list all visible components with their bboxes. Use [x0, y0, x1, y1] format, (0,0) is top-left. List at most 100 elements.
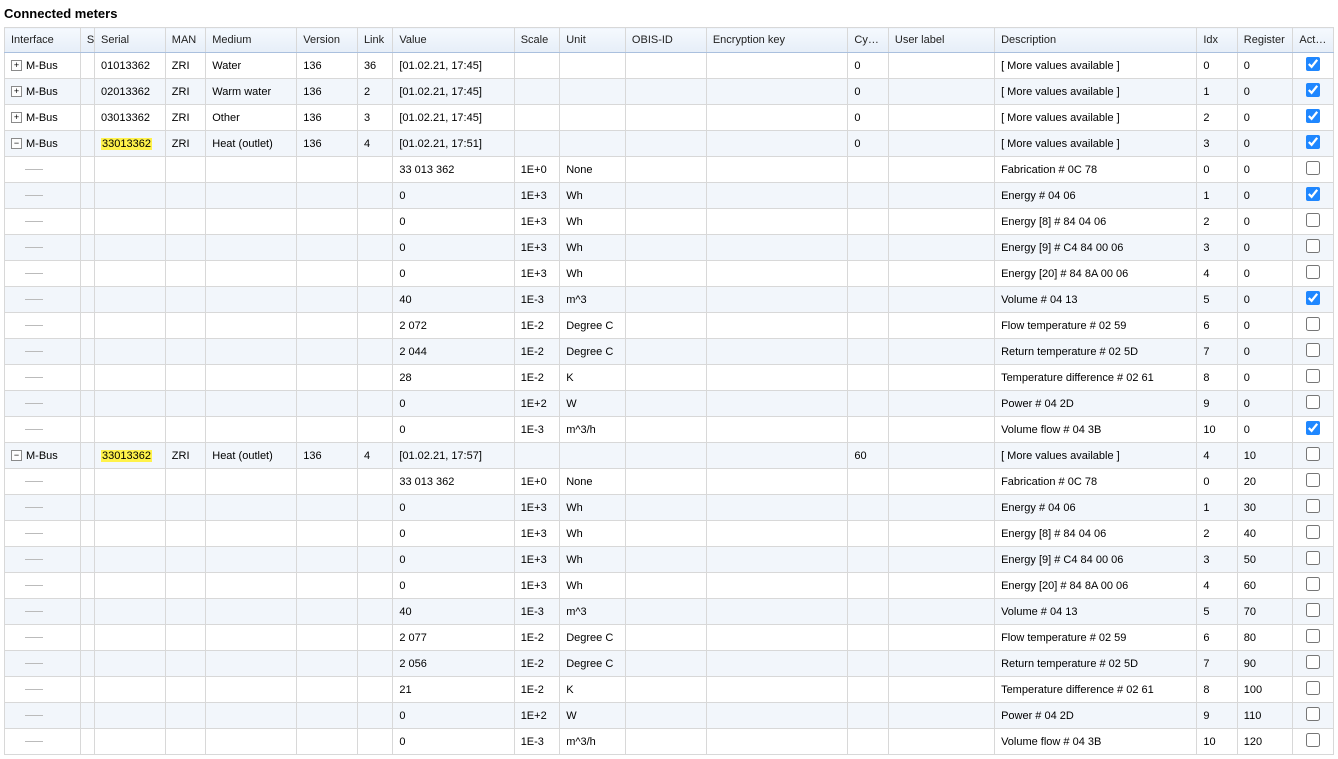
- col-header[interactable]: Value: [393, 28, 514, 53]
- col-header[interactable]: Version: [297, 28, 358, 53]
- table-row[interactable]: 01E+3WhEnergy [20] # 84 8A 00 06460: [5, 573, 1334, 599]
- active-checkbox[interactable]: [1306, 395, 1320, 409]
- col-header[interactable]: OBIS-ID: [625, 28, 706, 53]
- col-header[interactable]: Description: [995, 28, 1197, 53]
- cell: 0: [393, 391, 514, 417]
- table-row[interactable]: 2 0561E-2Degree CReturn temperature # 02…: [5, 651, 1334, 677]
- table-row[interactable]: 01E+3WhEnergy # 04 06130: [5, 495, 1334, 521]
- col-header[interactable]: Link: [357, 28, 392, 53]
- col-header[interactable]: Medium: [206, 28, 297, 53]
- table-row[interactable]: 01E+3WhEnergy [9] # C4 84 00 0630: [5, 235, 1334, 261]
- table-row[interactable]: 01E+3WhEnergy # 04 0610: [5, 183, 1334, 209]
- active-checkbox[interactable]: [1306, 265, 1320, 279]
- col-header[interactable]: S: [80, 28, 94, 53]
- col-header[interactable]: Serial: [95, 28, 166, 53]
- table-row[interactable]: 01E+2WPower # 04 2D9110: [5, 703, 1334, 729]
- cell: [888, 287, 994, 313]
- table-row[interactable]: 01E+3WhEnergy [8] # 84 04 0620: [5, 209, 1334, 235]
- cell: [80, 365, 94, 391]
- table-row[interactable]: M-Bus33013362ZRIHeat (outlet)1364[01.02.…: [5, 131, 1334, 157]
- table-row[interactable]: 01E+3WhEnergy [20] # 84 8A 00 0640: [5, 261, 1334, 287]
- cell: 1E-2: [514, 365, 560, 391]
- expand-icon[interactable]: [11, 112, 22, 123]
- active-checkbox[interactable]: [1306, 135, 1320, 149]
- cell: [80, 729, 94, 755]
- table-row[interactable]: 2 0771E-2Degree CFlow temperature # 02 5…: [5, 625, 1334, 651]
- table-row[interactable]: M-Bus01013362ZRIWater13636[01.02.21, 17:…: [5, 53, 1334, 79]
- cell: [625, 157, 706, 183]
- table-row[interactable]: 01E-3m^3/hVolume flow # 04 3B10120: [5, 729, 1334, 755]
- active-checkbox[interactable]: [1306, 551, 1320, 565]
- active-checkbox[interactable]: [1306, 707, 1320, 721]
- col-header[interactable]: Cycle: [848, 28, 888, 53]
- collapse-icon[interactable]: [11, 138, 22, 149]
- cell: [80, 209, 94, 235]
- active-checkbox[interactable]: [1306, 655, 1320, 669]
- active-checkbox[interactable]: [1306, 109, 1320, 123]
- table-row[interactable]: 33 013 3621E+0NoneFabrication # 0C 78020: [5, 469, 1334, 495]
- cell: [706, 521, 848, 547]
- cell: Other: [206, 105, 297, 131]
- table-header-row: InterfaceSSerialMANMediumVersionLinkValu…: [5, 28, 1334, 53]
- table-row[interactable]: 33 013 3621E+0NoneFabrication # 0C 7800: [5, 157, 1334, 183]
- col-header[interactable]: MAN: [165, 28, 205, 53]
- table-row[interactable]: 2 0441E-2Degree CReturn temperature # 02…: [5, 339, 1334, 365]
- col-header[interactable]: Unit: [560, 28, 626, 53]
- active-checkbox[interactable]: [1306, 421, 1320, 435]
- table-row[interactable]: 211E-2KTemperature difference # 02 61810…: [5, 677, 1334, 703]
- active-checkbox[interactable]: [1306, 733, 1320, 747]
- table-row[interactable]: 2 0721E-2Degree CFlow temperature # 02 5…: [5, 313, 1334, 339]
- active-checkbox[interactable]: [1306, 239, 1320, 253]
- collapse-icon[interactable]: [11, 450, 22, 461]
- table-row[interactable]: M-Bus03013362ZRIOther1363[01.02.21, 17:4…: [5, 105, 1334, 131]
- col-header[interactable]: User label: [888, 28, 994, 53]
- table-row[interactable]: 01E+3WhEnergy [8] # 84 04 06240: [5, 521, 1334, 547]
- cell: 0: [1237, 391, 1293, 417]
- active-checkbox[interactable]: [1306, 681, 1320, 695]
- col-header[interactable]: Active: [1293, 28, 1334, 53]
- active-checkbox[interactable]: [1306, 161, 1320, 175]
- col-header[interactable]: Scale: [514, 28, 560, 53]
- cell: 100: [1237, 677, 1293, 703]
- table-row[interactable]: 401E-3m^3Volume # 04 13570: [5, 599, 1334, 625]
- cell: [625, 469, 706, 495]
- table-row[interactable]: 281E-2KTemperature difference # 02 6180: [5, 365, 1334, 391]
- active-checkbox[interactable]: [1306, 369, 1320, 383]
- table-row[interactable]: 01E+3WhEnergy [9] # C4 84 00 06350: [5, 547, 1334, 573]
- active-checkbox[interactable]: [1306, 525, 1320, 539]
- cell: [206, 469, 297, 495]
- child-indent-icon: [25, 247, 43, 248]
- table-row[interactable]: M-Bus02013362ZRIWarm water1362[01.02.21,…: [5, 79, 1334, 105]
- active-checkbox[interactable]: [1306, 57, 1320, 71]
- active-checkbox[interactable]: [1306, 317, 1320, 331]
- active-checkbox[interactable]: [1306, 187, 1320, 201]
- active-checkbox[interactable]: [1306, 343, 1320, 357]
- cell: [625, 495, 706, 521]
- active-checkbox[interactable]: [1306, 473, 1320, 487]
- cell-interface: [5, 625, 81, 651]
- col-header[interactable]: Interface: [5, 28, 81, 53]
- active-checkbox[interactable]: [1306, 291, 1320, 305]
- active-checkbox[interactable]: [1306, 447, 1320, 461]
- col-header[interactable]: Register: [1237, 28, 1293, 53]
- col-header[interactable]: Encryption key: [706, 28, 848, 53]
- cell: [625, 625, 706, 651]
- cell-interface: M-Bus: [5, 79, 81, 105]
- active-checkbox[interactable]: [1306, 629, 1320, 643]
- expand-icon[interactable]: [11, 60, 22, 71]
- table-row[interactable]: 401E-3m^3Volume # 04 1350: [5, 287, 1334, 313]
- cell-active: [1293, 339, 1334, 365]
- cell: [625, 261, 706, 287]
- cell-interface: [5, 547, 81, 573]
- expand-icon[interactable]: [11, 86, 22, 97]
- col-header[interactable]: Idx: [1197, 28, 1237, 53]
- active-checkbox[interactable]: [1306, 213, 1320, 227]
- active-checkbox[interactable]: [1306, 603, 1320, 617]
- table-row[interactable]: 01E-3m^3/hVolume flow # 04 3B100: [5, 417, 1334, 443]
- cell: [625, 209, 706, 235]
- table-row[interactable]: M-Bus33013362ZRIHeat (outlet)1364[01.02.…: [5, 443, 1334, 469]
- table-row[interactable]: 01E+2WPower # 04 2D90: [5, 391, 1334, 417]
- active-checkbox[interactable]: [1306, 499, 1320, 513]
- active-checkbox[interactable]: [1306, 83, 1320, 97]
- active-checkbox[interactable]: [1306, 577, 1320, 591]
